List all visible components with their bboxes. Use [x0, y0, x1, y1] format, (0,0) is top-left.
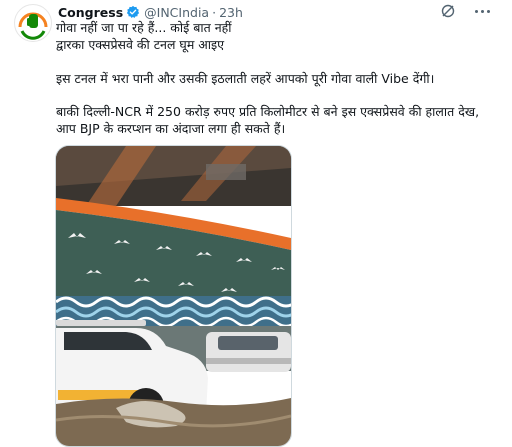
tweet-text-line-2: द्वारका एक्सप्रेसवे की टनल घूम आइए: [56, 37, 225, 52]
tweet-text-line-4: बाकी दिल्ली-NCR में 250 करोड़ रुपए प्रति…: [56, 104, 480, 119]
verified-badge-icon[interactable]: [126, 5, 140, 19]
tweet-timestamp[interactable]: 23h: [219, 5, 243, 20]
grok-icon[interactable]: [440, 3, 456, 19]
tweet-media[interactable]: [55, 145, 292, 447]
tweet-text-line-1: गोवा नहीं जा पा रहे हैं... कोई बात नहीं: [56, 20, 232, 35]
separator-dot: ·: [212, 4, 217, 20]
more-options-icon[interactable]: [470, 2, 494, 20]
tweet-header: Congress @INCIndia · 23h: [58, 3, 243, 21]
avatar[interactable]: [14, 4, 52, 42]
author-name[interactable]: Congress: [58, 5, 123, 20]
tweet-text-line-3: इस टनल में भरा पानी और उसकी इठलाती लहरें…: [56, 71, 435, 86]
tweet-text-line-5: आप BJP के करप्शन का अंदाजा लगा ही सकते ह…: [56, 121, 286, 136]
flooded-tunnel-image: [56, 146, 291, 446]
congress-logo-icon: [16, 6, 50, 40]
author-handle[interactable]: @INCIndia: [144, 5, 209, 20]
